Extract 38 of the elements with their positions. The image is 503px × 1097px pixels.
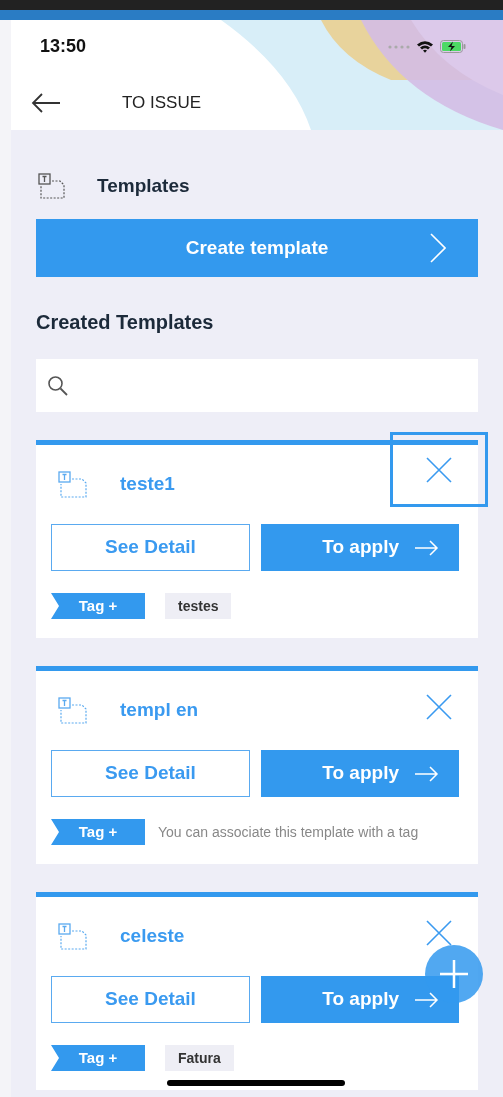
template-name: teste1 (120, 472, 175, 497)
add-tag-button[interactable]: Tag + (51, 1045, 145, 1071)
template-name: templ en (120, 698, 199, 723)
template-name: celeste (120, 924, 185, 949)
list-title: Created Templates (36, 310, 215, 334)
close-button[interactable] (390, 432, 488, 507)
see-detail-button[interactable]: See Detail (51, 524, 250, 571)
add-tag-button[interactable]: Tag + (51, 819, 145, 845)
close-button[interactable] (426, 694, 452, 720)
apply-button[interactable]: To apply (261, 524, 459, 571)
battery-icon (440, 40, 466, 53)
search-field[interactable] (36, 359, 478, 412)
search-icon (47, 374, 69, 397)
close-icon (426, 456, 452, 483)
template-icon (36, 172, 68, 200)
wifi-icon (416, 40, 434, 53)
apply-button[interactable]: To apply (261, 750, 459, 797)
plus-icon (440, 960, 468, 988)
back-arrow-icon[interactable] (31, 91, 61, 114)
status-time: 13:50 (40, 35, 87, 58)
arrow-right-icon (415, 539, 439, 556)
tag-chip: Fatura (165, 1045, 234, 1071)
tag-chip: testes (165, 593, 232, 619)
chevron-right-icon (430, 233, 446, 263)
apply-button[interactable]: To apply (261, 976, 459, 1023)
section-title: Templates (97, 173, 190, 198)
add-tag-button[interactable]: Tag + (51, 593, 145, 619)
close-icon (426, 694, 452, 720)
arrow-right-icon (415, 991, 439, 1008)
page-title: TO ISSUE (122, 92, 202, 114)
see-detail-button[interactable]: See Detail (51, 750, 250, 797)
close-icon (426, 920, 452, 946)
tag-hint: You can associate this template with a tag (158, 822, 419, 842)
close-button[interactable] (426, 920, 452, 946)
arrow-right-icon (415, 765, 439, 782)
see-detail-button[interactable]: See Detail (51, 976, 250, 1023)
signal-icon (388, 44, 410, 49)
create-template-button[interactable]: Create template (36, 219, 478, 277)
